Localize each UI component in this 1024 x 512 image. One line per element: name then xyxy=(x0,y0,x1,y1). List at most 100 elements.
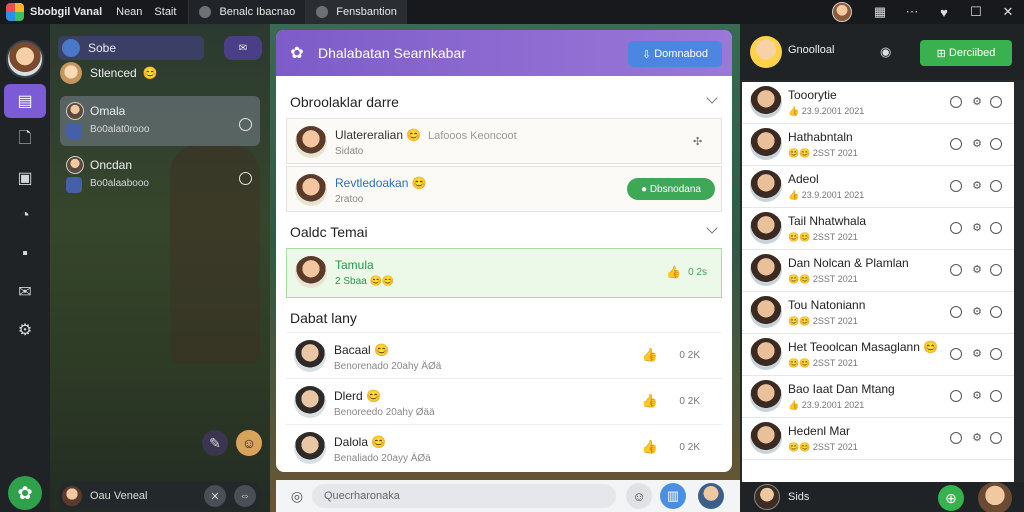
menu-item-1[interactable]: Nean xyxy=(116,6,142,18)
status-icon[interactable] xyxy=(990,432,1002,444)
member-row[interactable]: Tail Nhatwhala 😊😊 2SST 2021 ⚙ xyxy=(742,208,1014,250)
close-icon[interactable]: ✕ xyxy=(992,4,1024,20)
chat-icon[interactable] xyxy=(950,432,962,444)
gallery-icon[interactable]: ▣ xyxy=(9,162,41,194)
member-row[interactable]: Bao Iaat Dan Mtang 👍 23.9.2001 2021 ⚙ xyxy=(742,376,1014,418)
thread-composer[interactable]: Oau Veneal ✕ ⇔ xyxy=(58,482,262,510)
settings-icon[interactable]: ⚙ xyxy=(972,221,982,234)
close-icon[interactable]: ✕ xyxy=(204,485,226,507)
accept-button[interactable]: ● Dbsnodana xyxy=(627,178,715,200)
grid-icon[interactable]: ▦ xyxy=(864,4,896,20)
settings-icon[interactable]: ⚙ xyxy=(972,389,982,402)
heart-icon[interactable]: ♥ xyxy=(928,5,960,20)
member-row[interactable]: Tooorytie 👍 23.9.2001 2021 ⚙ xyxy=(742,82,1014,124)
chat-icon[interactable] xyxy=(950,138,962,150)
member-row[interactable]: Hathabntaln 😊😊 2SST 2021 ⚙ xyxy=(742,124,1014,166)
member-row[interactable]: Tou Natoniann 😊😊 2SST 2021 ⚙ xyxy=(742,292,1014,334)
item-subtitle: Benorenado 20ahy ÄØä xyxy=(334,361,442,372)
thread-item[interactable]: Oncdan Bo0alaabooo xyxy=(60,150,260,200)
download-button[interactable]: ⇩ Domnabod xyxy=(628,41,722,67)
bag-icon[interactable]: ▪ xyxy=(9,238,41,270)
profile-avatar[interactable] xyxy=(6,40,44,78)
settings-icon[interactable]: ⚙ xyxy=(972,95,982,108)
thread-preview: Bo0alat0rooo xyxy=(90,124,150,135)
compose-button[interactable]: ✉ xyxy=(224,36,262,60)
status-icon[interactable] xyxy=(990,306,1002,318)
list-item[interactable]: Dlerd 😊 Benoreedo 20ahy Øää 👍 0 2K xyxy=(286,378,722,424)
more-icon[interactable]: ⋯ xyxy=(896,4,928,20)
mail-icon[interactable]: ✉ xyxy=(9,276,41,308)
thread-item[interactable]: Omala Bo0alat0rooo xyxy=(60,96,260,146)
member-row[interactable]: Het Teoolcan Masaglann 😊 😊😊 2SST 2021 ⚙ xyxy=(742,334,1014,376)
status-avatar xyxy=(60,62,82,84)
camera-icon[interactable]: ◉ xyxy=(880,44,894,59)
bell-icon[interactable]: ◔ xyxy=(9,200,41,232)
avatar xyxy=(750,170,782,202)
chat-icon[interactable] xyxy=(950,390,962,402)
status-icon[interactable] xyxy=(990,264,1002,276)
item-name: Dalola 😊 xyxy=(334,435,387,449)
community-button[interactable]: ✿ xyxy=(8,476,42,510)
user-avatar[interactable] xyxy=(978,482,1012,512)
request-card[interactable]: Revtledoakan 😊 2ratoo ● Dbsnodana xyxy=(286,166,722,212)
chat-icon[interactable] xyxy=(950,348,962,360)
user-avatar[interactable] xyxy=(698,483,724,509)
user-status[interactable]: Stlenced 😊 xyxy=(60,62,158,84)
emoji-icon[interactable]: ☺ xyxy=(626,483,652,509)
settings-icon[interactable]: ⚙ xyxy=(972,305,982,318)
settings-icon[interactable]: ⚙ xyxy=(972,263,982,276)
chat-icon[interactable] xyxy=(950,306,962,318)
chat-icon[interactable] xyxy=(950,264,962,276)
list-item[interactable]: Dalola 😊 Benaliado 20ayy ÄØä 👍 0 2K xyxy=(286,424,722,470)
menu-item-2[interactable]: Stait xyxy=(154,6,176,18)
message-input[interactable]: Quecrharonaka xyxy=(312,484,616,508)
expand-icon[interactable]: ⇔ xyxy=(234,485,256,507)
document-icon[interactable]: 🗋 xyxy=(9,124,41,156)
member-row[interactable]: Dan Nolcan & Plamlan 😊😊 2SST 2021 ⚙ xyxy=(742,250,1014,292)
add-icon[interactable]: ⊕ xyxy=(938,485,964,511)
magic-icon[interactable]: ✎ xyxy=(202,430,228,456)
card-subtitle: 2ratoo xyxy=(335,194,364,205)
settings-icon[interactable]: ⚙ xyxy=(972,179,982,192)
status-icon[interactable] xyxy=(990,222,1002,234)
status-icon[interactable] xyxy=(990,138,1002,150)
like-icon[interactable]: 👍 xyxy=(642,347,658,363)
options-icon[interactable]: ✣ xyxy=(693,135,705,148)
like-count: 0 2K xyxy=(679,350,700,361)
tab-2[interactable]: Fensbantion xyxy=(305,0,407,24)
like-icon[interactable]: 👍 xyxy=(642,439,658,455)
status-icon[interactable] xyxy=(990,390,1002,402)
tab-1[interactable]: Benalc Ibacnao xyxy=(188,0,306,24)
gear-icon[interactable]: ⚙ xyxy=(9,314,41,346)
chevron-down-icon[interactable] xyxy=(706,92,718,104)
like-icon[interactable]: 👍 xyxy=(642,393,658,409)
thread-header[interactable]: Sobe xyxy=(58,36,204,60)
chevron-down-icon[interactable] xyxy=(706,222,718,234)
settings-icon[interactable]: ⚙ xyxy=(972,137,982,150)
avatar xyxy=(750,128,782,160)
chat-icon[interactable] xyxy=(950,96,962,108)
subscribe-button-label: Derciibed xyxy=(948,47,996,59)
status-icon[interactable] xyxy=(990,180,1002,192)
card-name: Revtledoakan 😊 xyxy=(335,176,427,190)
list-item[interactable]: Bacaal 😊 Benorenado 20ahy ÄØä 👍 0 2K xyxy=(286,332,722,378)
chat-icon[interactable] xyxy=(950,180,962,192)
like-icon[interactable]: 👍 xyxy=(666,265,681,279)
subscribe-button[interactable]: ⊞ Derciibed xyxy=(920,40,1012,66)
settings-icon[interactable]: ⚙ xyxy=(972,431,982,444)
status-icon[interactable] xyxy=(990,96,1002,108)
member-row[interactable]: Hedenl Mar 😊😊 2SST 2021 ⚙ xyxy=(742,418,1014,460)
highlight-card[interactable]: Tamula 2 Sbaa 😊😊 👍 0 2s xyxy=(286,248,722,298)
member-row[interactable]: Adeol 👍 23.9.2001 2021 ⚙ xyxy=(742,166,1014,208)
sticker-icon[interactable]: ☺ xyxy=(236,430,262,456)
home-icon[interactable]: ▤ xyxy=(4,84,46,118)
camera-icon[interactable]: ◎ xyxy=(286,485,308,507)
request-card[interactable]: Ulatereralian 😊 Lafooos Keoncoot Sidato … xyxy=(286,118,722,164)
maximize-icon[interactable]: ☐ xyxy=(960,4,992,20)
gif-icon[interactable]: ▥ xyxy=(660,483,686,509)
tab-label: Fensbantion xyxy=(336,6,397,18)
settings-icon[interactable]: ⚙ xyxy=(972,347,982,360)
account-avatar[interactable] xyxy=(832,2,852,22)
chat-icon[interactable] xyxy=(950,222,962,234)
status-icon[interactable] xyxy=(990,348,1002,360)
